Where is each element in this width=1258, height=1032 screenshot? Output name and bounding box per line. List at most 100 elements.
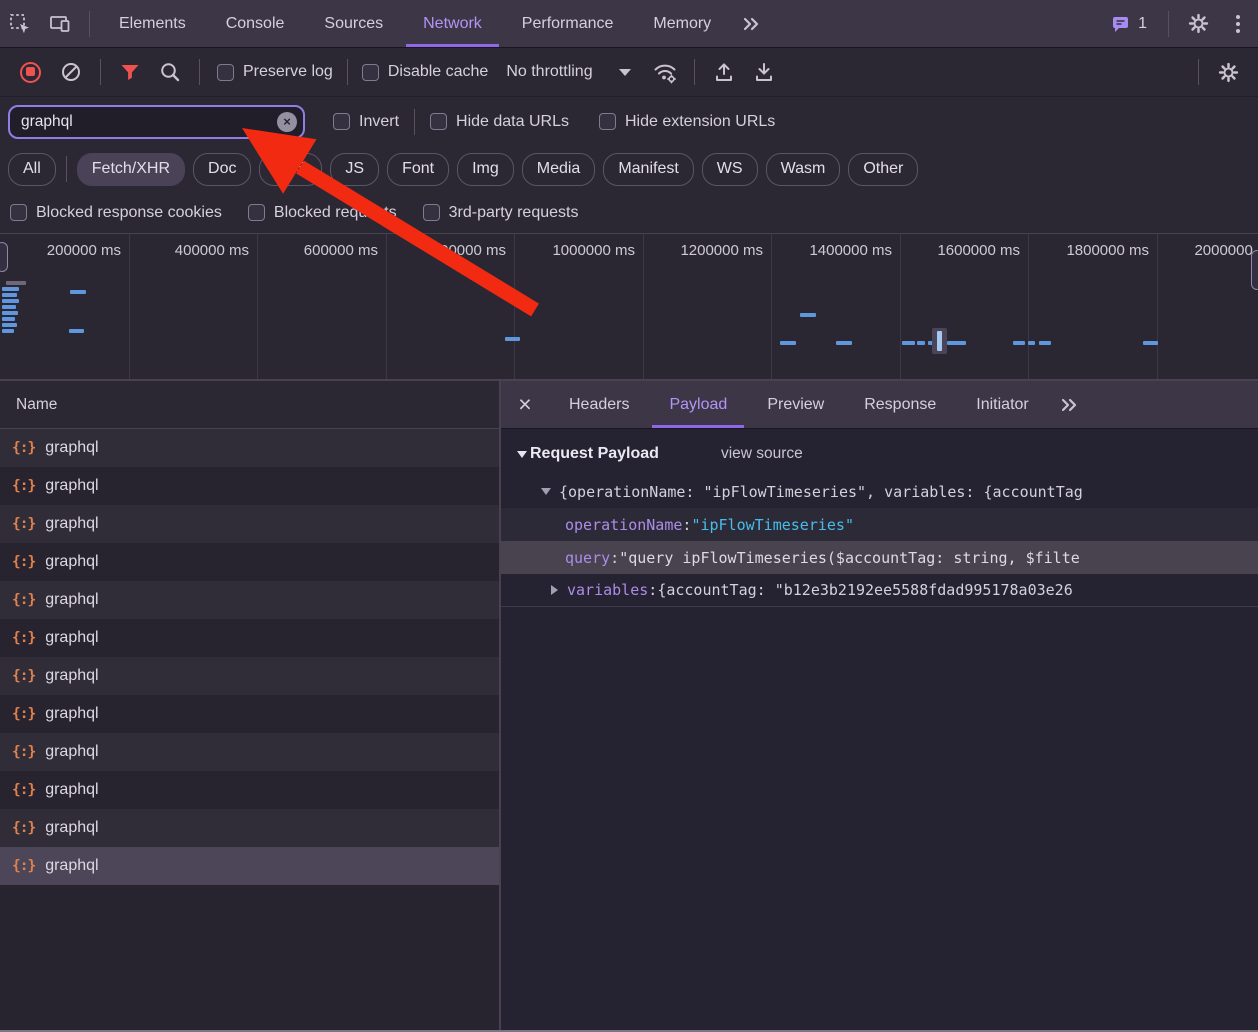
table-row[interactable]: {:}graphql — [0, 505, 499, 543]
timeline-activity-bar — [70, 290, 86, 294]
chip-font[interactable]: Font — [387, 153, 449, 186]
request-name: graphql — [45, 857, 98, 875]
network-filter-row: × Invert Hide data URLs Hide extension U… — [0, 97, 1258, 146]
request-payload-section-header[interactable]: Request Payload view source — [501, 433, 1258, 475]
payload-value: "ipFlowTimeseries" — [691, 516, 854, 534]
invert-checkbox[interactable]: Invert — [333, 113, 399, 131]
timeline-activity-bar — [69, 329, 84, 333]
tab-performance[interactable]: Performance — [502, 0, 634, 47]
table-row[interactable]: {:}graphql — [0, 809, 499, 847]
tab-sources[interactable]: Sources — [304, 0, 403, 47]
payload-summary-row[interactable]: {operationName: "ipFlowTimeseries", vari… — [501, 475, 1258, 508]
chip-ws[interactable]: WS — [702, 153, 758, 186]
blocked-response-cookies-checkbox[interactable]: Blocked response cookies — [10, 204, 222, 222]
throttling-select[interactable]: No throttling — [506, 63, 630, 81]
checkbox-box — [248, 204, 265, 221]
table-row[interactable]: {:}graphql — [0, 619, 499, 657]
tab-memory[interactable]: Memory — [633, 0, 731, 47]
table-row[interactable]: {:}graphql — [0, 695, 499, 733]
payload-panel: Request Payload view source {operationNa… — [501, 429, 1258, 1030]
record-network-log-button[interactable] — [20, 62, 41, 83]
import-har-button[interactable] — [704, 61, 744, 83]
view-source-link[interactable]: view source — [721, 445, 803, 463]
tab-console[interactable]: Console — [206, 0, 305, 47]
table-row[interactable]: {:}graphql — [0, 581, 499, 619]
hide-data-urls-checkbox[interactable]: Hide data URLs — [430, 113, 569, 131]
payload-row-query[interactable]: query: "query ipFlowTimeseries($accountT… — [501, 541, 1258, 574]
payload-row-variables[interactable]: variables: {accountTag: "b12e3b2192ee558… — [501, 574, 1258, 607]
timeline-activity-bar — [917, 341, 925, 345]
table-row[interactable]: {:}graphql — [0, 847, 499, 885]
triangle-down-icon — [541, 488, 551, 495]
chip-manifest[interactable]: Manifest — [603, 153, 693, 186]
timeline-activity-bar — [2, 329, 14, 333]
detail-tabs: HeadersPayloadPreviewResponseInitiator — [549, 381, 1049, 428]
chip-img[interactable]: Img — [457, 153, 514, 186]
overview-timeline[interactable]: 200000 ms400000 ms600000 ms800000 ms1000… — [0, 233, 1258, 381]
request-name: graphql — [45, 667, 98, 685]
more-tabs-button[interactable] — [731, 0, 771, 47]
json-braces-icon: {:} — [12, 668, 35, 684]
timeline-activity-bar — [6, 281, 26, 285]
json-braces-icon: {:} — [12, 782, 35, 798]
name-column-header[interactable]: Name — [0, 381, 499, 429]
issues-bubble-icon — [1110, 14, 1131, 34]
chip-doc[interactable]: Doc — [193, 153, 251, 186]
timeline-tick-label: 600000 ms — [256, 242, 378, 259]
search-network-button[interactable] — [150, 61, 190, 83]
detail-tab-payload[interactable]: Payload — [649, 381, 747, 428]
close-detail-button[interactable]: × — [501, 381, 549, 428]
detail-tab-response[interactable]: Response — [844, 381, 956, 428]
table-row[interactable]: {:}graphql — [0, 429, 499, 467]
table-row[interactable]: {:}graphql — [0, 467, 499, 505]
timeline-tick-label: 1600000 ms — [898, 242, 1020, 259]
network-conditions-button[interactable] — [645, 60, 685, 84]
toolbar-separator — [89, 11, 90, 37]
disable-cache-checkbox[interactable]: Disable cache — [362, 63, 489, 81]
chip-all[interactable]: All — [8, 153, 56, 186]
json-braces-icon: {:} — [12, 554, 35, 570]
funnel-icon — [120, 63, 140, 82]
filter-input[interactable] — [8, 105, 305, 139]
preserve-log-checkbox[interactable]: Preserve log — [217, 63, 333, 81]
tab-network[interactable]: Network — [403, 0, 502, 47]
chip-fetch-xhr[interactable]: Fetch/XHR — [77, 153, 185, 186]
chip-js[interactable]: JS — [330, 153, 379, 186]
more-detail-tabs-button[interactable] — [1049, 381, 1089, 428]
download-icon — [753, 61, 775, 83]
checkbox-box — [217, 64, 234, 81]
blocked-requests-checkbox[interactable]: Blocked requests — [248, 204, 397, 222]
table-row[interactable]: {:}graphql — [0, 733, 499, 771]
table-row[interactable]: {:}graphql — [0, 543, 499, 581]
more-options-button[interactable] — [1218, 0, 1258, 47]
issues-count: 1 — [1138, 15, 1147, 33]
json-braces-icon: {:} — [12, 592, 35, 608]
chip-wasm[interactable]: Wasm — [766, 153, 841, 186]
request-list: {:}graphql{:}graphql{:}graphql{:}graphql… — [0, 429, 499, 1030]
settings-button[interactable] — [1178, 0, 1218, 47]
clear-network-log-button[interactable] — [51, 61, 91, 83]
upload-icon — [713, 61, 735, 83]
network-settings-button[interactable] — [1208, 61, 1248, 84]
detail-tab-headers[interactable]: Headers — [549, 381, 649, 428]
detail-tab-preview[interactable]: Preview — [747, 381, 844, 428]
table-row[interactable]: {:} graphql — [0, 657, 499, 695]
device-toolbar-button[interactable] — [40, 0, 80, 47]
clear-filter-button[interactable]: × — [277, 112, 297, 132]
chip-media[interactable]: Media — [522, 153, 596, 186]
hide-extension-urls-checkbox[interactable]: Hide extension URLs — [599, 113, 775, 131]
detail-tab-initiator[interactable]: Initiator — [956, 381, 1048, 428]
toolbar-separator — [1198, 59, 1199, 85]
triangle-down-icon — [517, 451, 527, 458]
filter-toggle-button[interactable] — [110, 63, 150, 82]
payload-row-operation-name[interactable]: operationName: "ipFlowTimeseries" — [501, 508, 1258, 541]
json-braces-icon: {:} — [12, 744, 35, 760]
third-party-requests-checkbox[interactable]: 3rd-party requests — [423, 204, 579, 222]
chip-other[interactable]: Other — [848, 153, 918, 186]
inspect-element-button[interactable] — [0, 0, 40, 47]
issues-button[interactable]: 1 — [1098, 0, 1159, 47]
chip-css[interactable]: CSS — [259, 153, 322, 186]
export-har-button[interactable] — [744, 61, 784, 83]
table-row[interactable]: {:}graphql — [0, 771, 499, 809]
tab-elements[interactable]: Elements — [99, 0, 206, 47]
